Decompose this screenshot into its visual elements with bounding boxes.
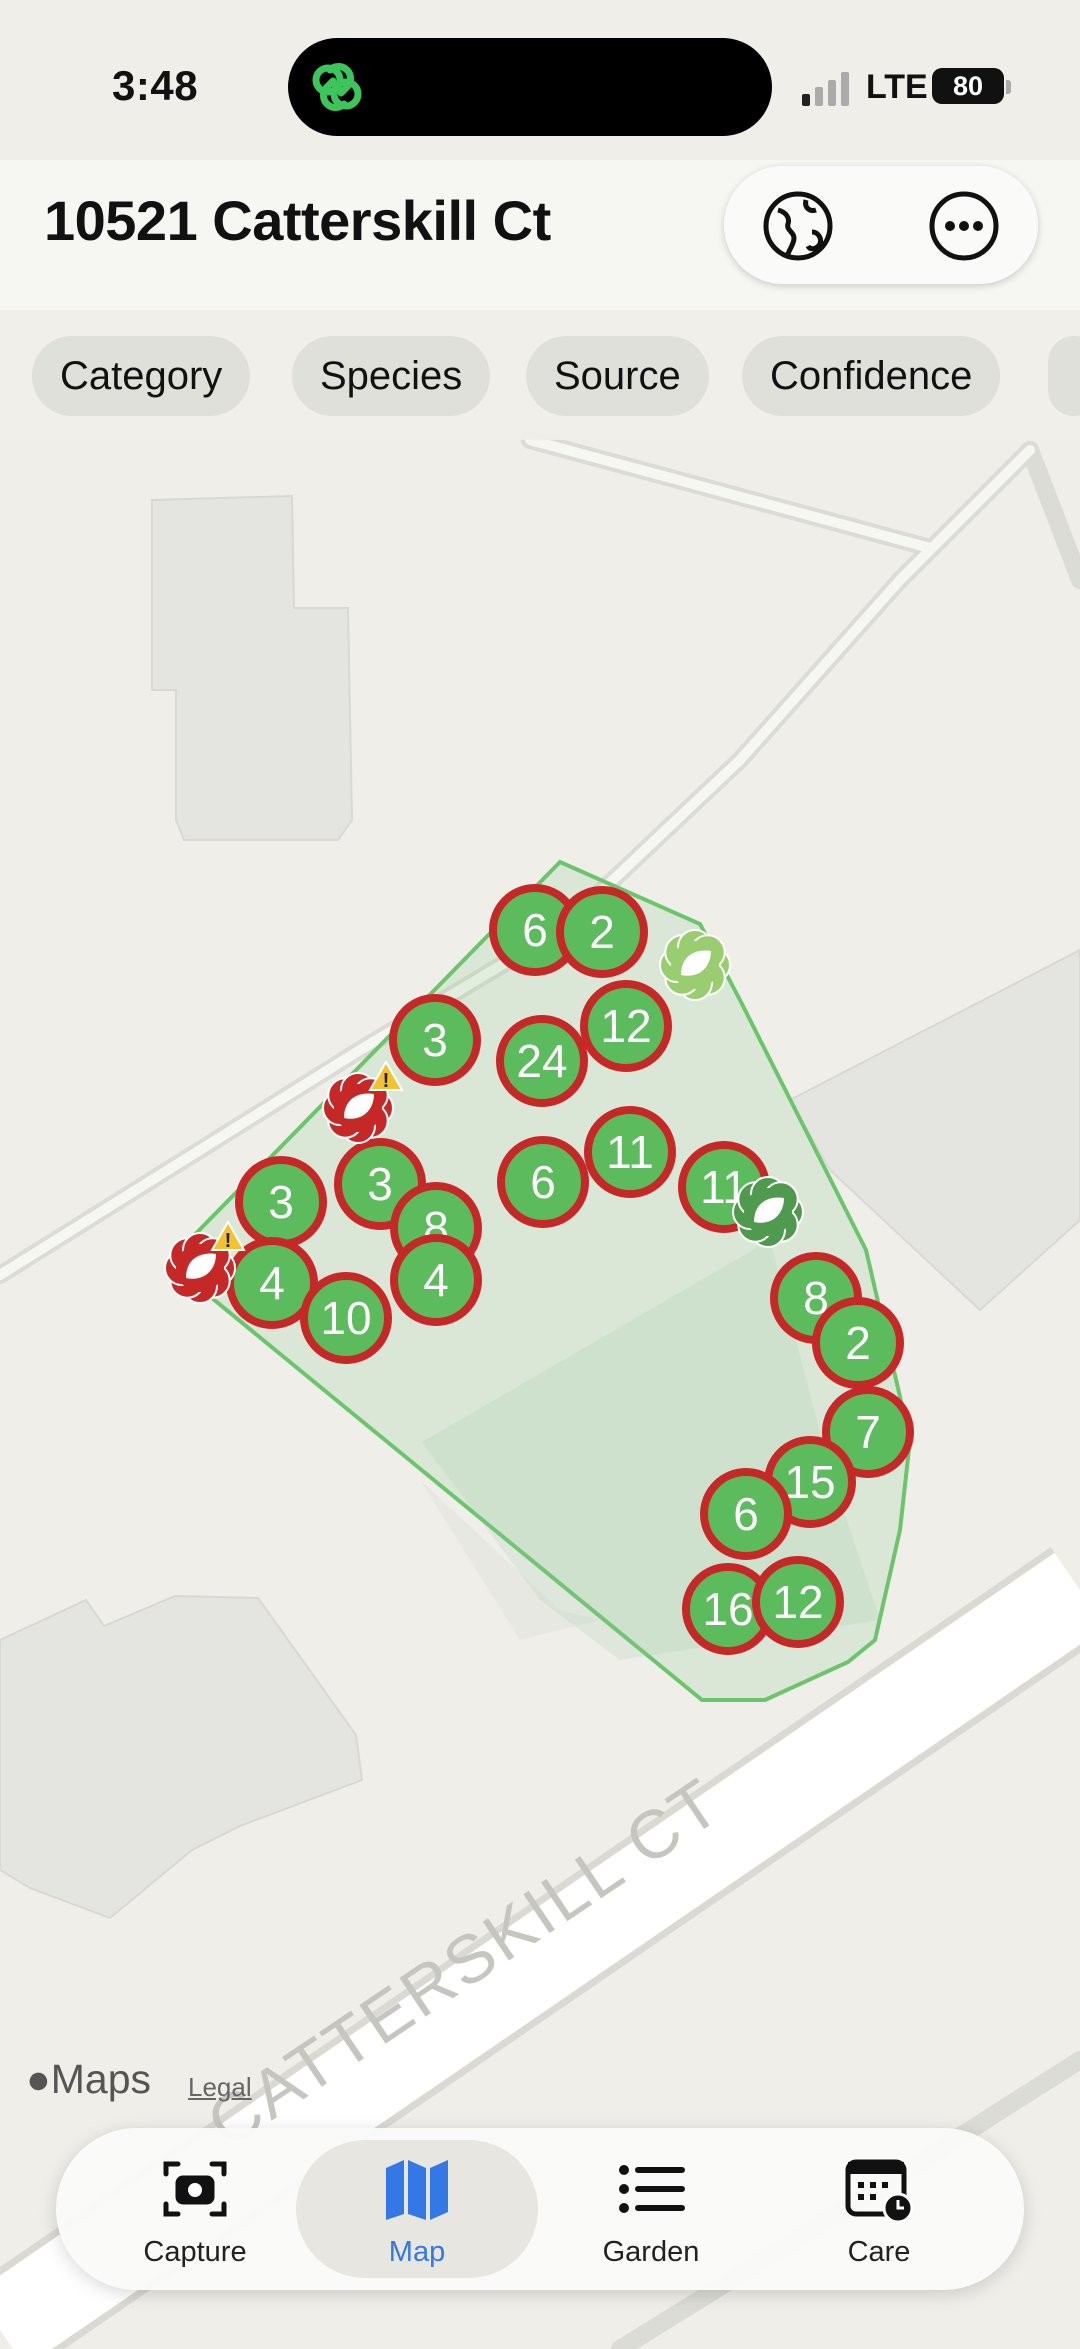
- network-type: LTE: [866, 68, 928, 106]
- tab-garden[interactable]: Garden: [530, 2128, 772, 2290]
- tab-map-label: Map: [388, 2236, 446, 2268]
- filter-source[interactable]: Source: [526, 336, 709, 416]
- plant-cluster-marker[interactable]: 24: [496, 1015, 588, 1107]
- link-icon: [312, 63, 362, 111]
- plant-cluster-marker[interactable]: 12: [580, 980, 672, 1072]
- tab-care[interactable]: Care: [758, 2128, 1000, 2290]
- plant-cluster-count: 16: [702, 1583, 753, 1635]
- plant-cluster-marker[interactable]: 6: [497, 1136, 589, 1228]
- list-icon: [619, 2165, 685, 2213]
- plant-cluster-count: 11: [606, 1126, 654, 1178]
- plant-cluster-count: 4: [259, 1257, 285, 1309]
- cellular-signal-icon: [802, 72, 849, 106]
- tab-bar: Capture Map Garden Care: [56, 2128, 1024, 2290]
- plant-cluster-count: 6: [522, 904, 548, 956]
- status-bar: 3:48 LTE 80: [0, 0, 1080, 170]
- battery-cap: [1006, 80, 1011, 94]
- svg-text:!: !: [225, 1230, 232, 1252]
- plant-cluster-count: 15: [784, 1456, 835, 1508]
- svg-text:!: !: [383, 1070, 390, 1092]
- tab-capture[interactable]: Capture: [74, 2128, 316, 2290]
- ellipsis-circle-icon[interactable]: [926, 188, 1002, 264]
- tab-care-label: Care: [847, 2236, 911, 2268]
- plant-cluster-marker[interactable]: 6: [700, 1468, 792, 1560]
- filter-bar: Category Species Source Confidence: [0, 310, 1080, 440]
- legal-link[interactable]: Legal: [188, 2072, 252, 2103]
- filter-confidence[interactable]: Confidence: [742, 336, 1001, 416]
- plant-cluster-count: 10: [320, 1292, 371, 1344]
- plant-cluster-marker[interactable]: 2: [556, 886, 648, 978]
- apple-logo-icon: ●: [26, 2056, 51, 2102]
- plant-cluster-count: 6: [733, 1488, 759, 1540]
- plant-cluster-count: 24: [516, 1035, 567, 1087]
- page-title: 10521 Catterskill Ct: [44, 189, 551, 252]
- plant-cluster-marker[interactable]: 11: [584, 1106, 676, 1198]
- map-icon: [386, 2160, 448, 2220]
- plant-leaf-marker[interactable]: [732, 1176, 804, 1248]
- plant-cluster-count: 2: [589, 906, 615, 958]
- plant-cluster-marker[interactable]: 3: [235, 1156, 327, 1248]
- maps-attribution: ●Maps: [26, 2056, 152, 2102]
- plant-cluster-count: 2: [845, 1317, 871, 1369]
- calendar-clock-icon: [845, 2159, 914, 2224]
- plant-leaf-marker[interactable]: [659, 929, 731, 1001]
- filter-species[interactable]: Species: [292, 336, 491, 416]
- plant-cluster-count: 3: [422, 1014, 448, 1066]
- plant-cluster-count: 12: [772, 1576, 823, 1628]
- filter-category[interactable]: Category: [32, 336, 251, 416]
- plant-cluster-count: 6: [530, 1156, 556, 1208]
- plant-cluster-count: 3: [268, 1176, 294, 1228]
- status-time: 3:48: [112, 62, 199, 109]
- dynamic-island: [288, 38, 772, 136]
- camera-icon: [163, 2161, 227, 2217]
- plant-cluster-marker[interactable]: 4: [390, 1234, 482, 1326]
- globe-icon[interactable]: [760, 188, 836, 264]
- plant-cluster-count: 4: [423, 1254, 449, 1306]
- battery-indicator: 80: [932, 68, 1004, 104]
- header-actions: [724, 166, 1038, 284]
- plant-cluster-marker[interactable]: 3: [389, 994, 481, 1086]
- plant-cluster-marker[interactable]: 10: [300, 1272, 392, 1364]
- plant-cluster-count: 3: [367, 1158, 393, 1210]
- tab-garden-label: Garden: [602, 2236, 700, 2268]
- tab-map[interactable]: Map: [296, 2140, 538, 2278]
- plant-cluster-count: 12: [600, 1000, 651, 1052]
- filter-more[interactable]: [1048, 336, 1080, 416]
- plant-cluster-marker[interactable]: 12: [752, 1556, 844, 1648]
- tab-capture-label: Capture: [143, 2236, 247, 2268]
- plant-cluster-marker[interactable]: 2: [812, 1297, 904, 1389]
- plant-cluster-count: 7: [855, 1406, 881, 1458]
